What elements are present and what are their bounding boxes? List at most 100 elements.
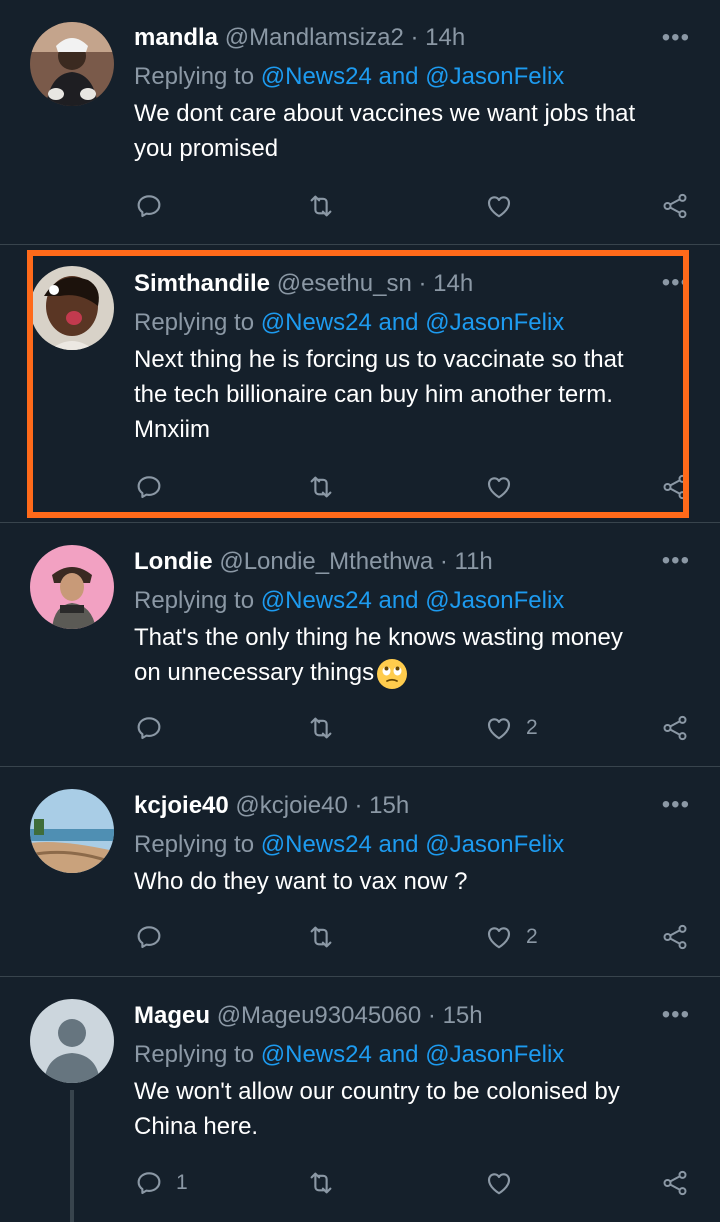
mention-links[interactable]: @News24 and @JasonFelix <box>261 63 565 90</box>
like-icon <box>484 713 514 743</box>
avatar[interactable] <box>30 545 114 629</box>
user-handle[interactable]: @Mandlamsiza2 <box>225 24 404 51</box>
tweet-text: Who do they want to vax now ? <box>134 864 696 899</box>
retweet-button[interactable] <box>306 1167 336 1199</box>
tweet-header: mandla @Mandlamsiza2 · 14h <box>134 24 696 52</box>
timestamp[interactable]: 14h <box>433 270 473 297</box>
replying-to-label: Replying to <box>134 309 255 336</box>
like-button[interactable]: 2 <box>484 921 538 953</box>
share-button[interactable] <box>660 471 690 503</box>
separator: · <box>439 548 448 575</box>
display-name[interactable]: Londie <box>134 548 213 575</box>
timestamp[interactable]: 14h <box>425 24 465 51</box>
retweet-button[interactable] <box>306 190 336 222</box>
retweet-icon <box>306 191 336 221</box>
tweet-text-line: Mnxiim <box>134 416 210 443</box>
reply-button[interactable] <box>134 471 164 503</box>
share-button[interactable] <box>660 190 690 222</box>
tweet-header: Londie @Londie_Mthethwa · 11h <box>134 548 696 576</box>
display-name[interactable]: kcjoie40 <box>134 792 229 819</box>
timestamp[interactable]: 15h <box>369 792 409 819</box>
user-handle[interactable]: @Londie_Mthethwa <box>219 548 433 575</box>
reply-icon <box>134 191 164 221</box>
reply-button[interactable] <box>134 190 164 222</box>
tweet-card[interactable]: mandla @Mandlamsiza2 · 14h Replying to @… <box>0 0 720 245</box>
like-icon <box>484 922 514 952</box>
tweet-text-line: We won't allow our country to be colonis… <box>134 1078 620 1105</box>
reply-button[interactable] <box>134 921 164 953</box>
tweet-text: We dont care about vaccines we want jobs… <box>134 96 696 166</box>
display-name[interactable]: Simthandile <box>134 270 270 297</box>
more-icon[interactable]: ••• <box>662 793 690 817</box>
share-button[interactable] <box>660 712 690 744</box>
share-icon <box>660 191 690 221</box>
tweet-text-line: you promised <box>134 135 279 162</box>
more-icon[interactable]: ••• <box>662 271 690 295</box>
share-icon <box>660 1168 690 1198</box>
user-handle[interactable]: @esethu_sn <box>277 270 412 297</box>
retweet-button[interactable] <box>306 712 336 744</box>
retweet-icon <box>306 1168 336 1198</box>
mention-links[interactable]: @News24 and @JasonFelix <box>261 587 565 614</box>
share-icon <box>660 472 690 502</box>
avatar[interactable] <box>30 999 114 1083</box>
reply-icon <box>134 922 164 952</box>
tweet-card[interactable]: kcjoie40 @kcjoie40 · 15h Replying to @Ne… <box>0 767 720 977</box>
like-button[interactable] <box>484 1167 514 1199</box>
action-bar: 2 <box>134 921 694 953</box>
thread-line <box>70 1090 74 1222</box>
share-icon <box>660 922 690 952</box>
like-button[interactable] <box>484 471 514 503</box>
replying-to: Replying to @News24 and @JasonFelix <box>134 830 696 860</box>
reply-button[interactable] <box>134 712 164 744</box>
more-icon[interactable]: ••• <box>662 26 690 50</box>
tweet-text-line: the tech billionaire can buy him another… <box>134 381 613 408</box>
tweet-card[interactable]: Simthandile @esethu_sn · 14h Replying to… <box>0 245 720 523</box>
share-button[interactable] <box>660 921 690 953</box>
separator: · <box>410 24 419 51</box>
display-name[interactable]: Mageu <box>134 1002 210 1029</box>
replying-to-label: Replying to <box>134 831 255 858</box>
like-icon <box>484 191 514 221</box>
replying-to: Replying to @News24 and @JasonFelix <box>134 62 696 92</box>
rolling-eyes-emoji <box>377 658 408 689</box>
mention-links[interactable]: @News24 and @JasonFelix <box>261 831 565 858</box>
more-icon[interactable]: ••• <box>662 1003 690 1027</box>
retweet-button[interactable] <box>306 921 336 953</box>
tweet-text: We won't allow our country to be colonis… <box>134 1074 696 1144</box>
replying-to: Replying to @News24 and @JasonFelix <box>134 308 696 338</box>
mention-links[interactable]: @News24 and @JasonFelix <box>261 309 565 336</box>
action-bar: 2 <box>134 712 694 744</box>
timestamp[interactable]: 11h <box>455 548 493 575</box>
action-bar: 1 <box>134 1167 694 1199</box>
display-name[interactable]: mandla <box>134 24 218 51</box>
retweet-icon <box>306 922 336 952</box>
replying-to-label: Replying to <box>134 587 255 614</box>
like-count: 2 <box>526 925 538 948</box>
tweet-text: That's the only thing he knows wasting m… <box>134 620 696 690</box>
reply-button[interactable]: 1 <box>134 1167 188 1199</box>
reply-icon <box>134 472 164 502</box>
tweet-card[interactable]: Londie @Londie_Mthethwa · 11h Replying t… <box>0 523 720 767</box>
like-button[interactable]: 2 <box>484 712 538 744</box>
user-handle[interactable]: @Mageu93045060 <box>217 1002 422 1029</box>
timestamp[interactable]: 15h <box>443 1002 483 1029</box>
avatar[interactable] <box>30 22 114 106</box>
share-icon <box>660 713 690 743</box>
like-icon <box>484 1168 514 1198</box>
default-avatar-icon <box>30 999 114 1083</box>
share-button[interactable] <box>660 1167 690 1199</box>
tweet-text-line: That's the only thing he knows wasting m… <box>134 624 623 651</box>
like-button[interactable] <box>484 190 514 222</box>
replying-to: Replying to @News24 and @JasonFelix <box>134 586 696 616</box>
avatar[interactable] <box>30 789 114 873</box>
avatar[interactable] <box>30 266 114 350</box>
mention-links[interactable]: @News24 and @JasonFelix <box>261 1041 565 1068</box>
tweet-card[interactable]: Mageu @Mageu93045060 · 15h Replying to @… <box>0 977 720 1222</box>
tweet-text-line: Next thing he is forcing us to vaccinate… <box>134 346 624 373</box>
tweet-header: kcjoie40 @kcjoie40 · 15h <box>134 792 696 820</box>
user-handle[interactable]: @kcjoie40 <box>235 792 347 819</box>
retweet-button[interactable] <box>306 471 336 503</box>
action-bar <box>134 190 694 222</box>
more-icon[interactable]: ••• <box>662 549 690 573</box>
